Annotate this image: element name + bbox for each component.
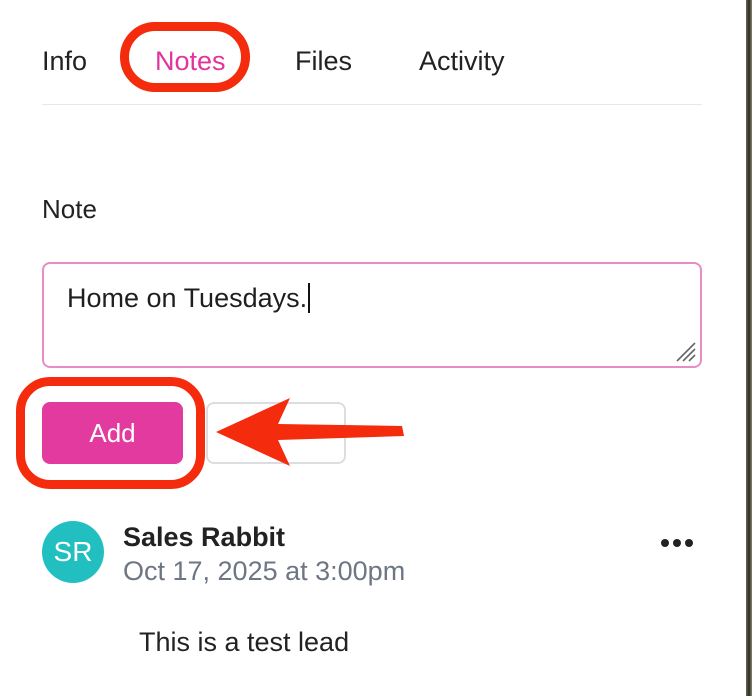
text-cursor (308, 283, 311, 313)
note-textarea[interactable]: Home on Tuesdays. (42, 262, 702, 368)
note-field-label: Note (42, 194, 97, 224)
tab-activity[interactable]: Activity (419, 46, 505, 76)
tab-bar: Info Notes Files Activity (42, 28, 702, 105)
note-timestamp: Oct 17, 2025 at 3:00pm (123, 556, 406, 586)
avatar: SR (42, 521, 104, 583)
note-author: Sales Rabbit (123, 522, 286, 552)
resize-grip-icon[interactable] (674, 340, 696, 362)
tab-notes[interactable]: Notes (155, 46, 226, 76)
note-body-text: This is a test lead (139, 627, 350, 657)
note-textarea-value: Home on Tuesdays. (67, 282, 311, 314)
more-horizontal-icon[interactable] (656, 530, 698, 556)
add-button[interactable]: Add (42, 402, 183, 464)
cancel-button[interactable] (206, 402, 346, 464)
note-text-content: Home on Tuesdays. (67, 283, 308, 313)
tab-files[interactable]: Files (295, 46, 352, 76)
tab-info[interactable]: Info (42, 46, 87, 76)
window-edge (746, 0, 752, 696)
